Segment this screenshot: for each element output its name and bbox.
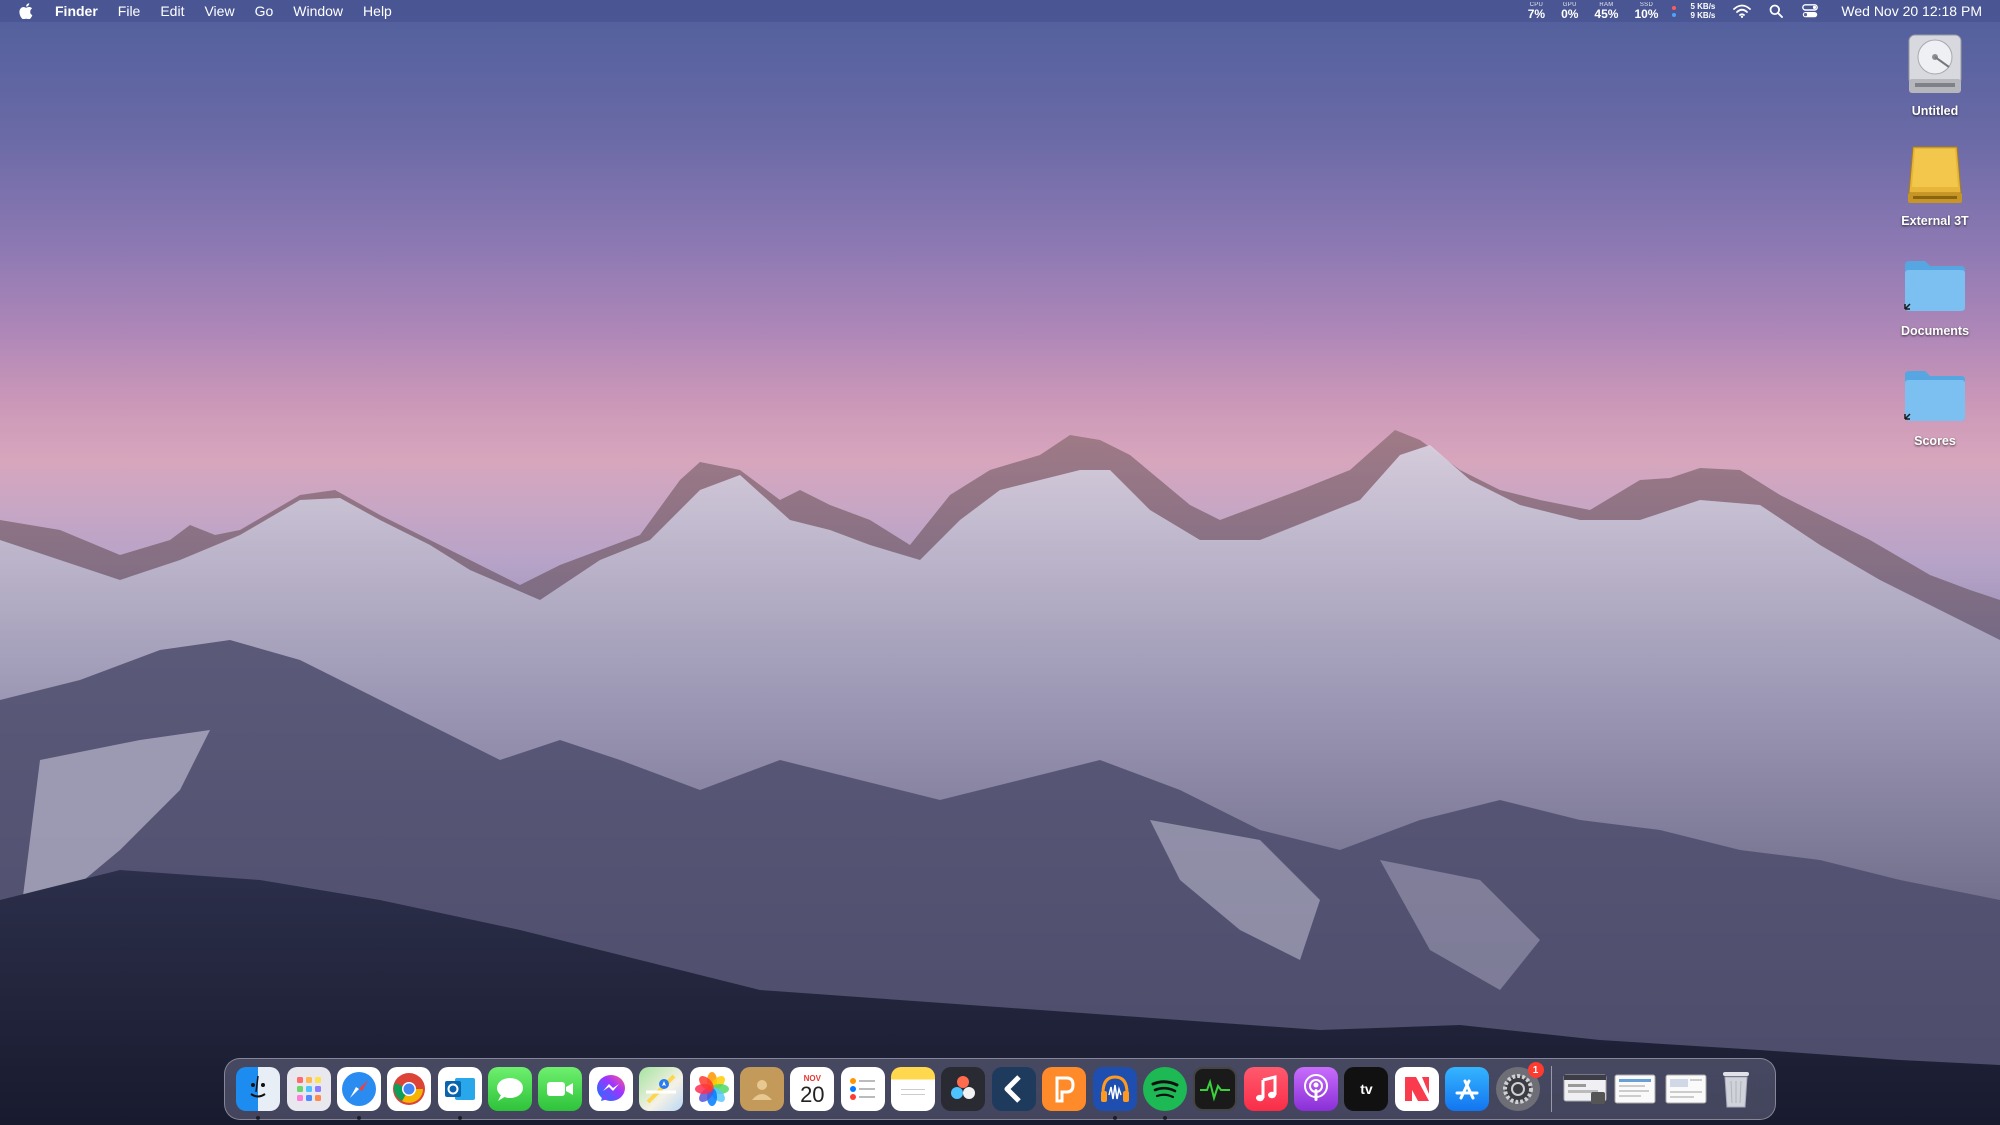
ssd-label: SSD [1639,2,1654,8]
dock: NOV 20 tv 1 [224,1058,1776,1120]
menu-file[interactable]: File [108,0,151,22]
wifi-icon[interactable] [1733,2,1752,20]
desktop-item-label: Documents [1900,324,1970,338]
davinci-icon[interactable] [941,1067,986,1111]
apple-tv-icon[interactable]: tv [1344,1067,1389,1111]
gpu-stat[interactable]: GPU 0% [1561,2,1578,20]
ssd-stat[interactable]: SSD 10% [1634,2,1658,20]
desktop-item-label: Scores [1914,434,1956,448]
desktop-item-documents[interactable]: Documents [1880,250,1990,338]
menu-bar: Finder File Edit View Go Window Help CPU… [0,0,2000,22]
ssd-value: 10% [1634,7,1659,21]
apple-menu-icon[interactable] [17,2,35,20]
spotlight-search-icon[interactable] [1767,2,1785,20]
chrome-icon[interactable] [387,1067,432,1111]
maps-icon[interactable] [639,1067,684,1111]
hard-drive-icon [1900,30,1970,100]
menu-app-finder[interactable]: Finder [45,0,108,22]
activity-monitor-icon[interactable] [1193,1067,1238,1111]
calendar-day: 20 [800,1082,825,1107]
desktop-item-scores[interactable]: Scores [1880,360,1990,448]
menu-edit[interactable]: Edit [150,0,194,22]
menu-bar-clock[interactable]: Wed Nov 20 12:18 PM [1841,3,1982,19]
cpu-label: CPU [1529,2,1544,8]
ram-value: 45% [1594,7,1619,21]
cpu-stat[interactable]: CPU 7% [1528,2,1545,20]
safari-icon[interactable] [336,1067,381,1120]
network-speed[interactable]: 5 KB/s 9 KB/s [1690,2,1715,20]
photos-icon[interactable] [689,1067,734,1111]
desktop-item-untitled[interactable]: Untitled [1880,30,1990,118]
desktop-item-external-3t[interactable]: External 3T [1880,140,1990,228]
trash-icon[interactable] [1714,1067,1758,1111]
notes-icon[interactable] [891,1067,936,1111]
window-preview-icon[interactable] [1563,1067,1607,1111]
network-upload: 5 KB/s [1690,2,1716,11]
document-preview-icon[interactable] [1613,1067,1657,1111]
menu-window[interactable]: Window [283,0,353,22]
system-settings-icon[interactable]: 1 [1495,1062,1544,1111]
desktop: Finder File Edit View Go Window Help CPU… [0,0,2000,1125]
apple-tv-label: tv [1360,1081,1373,1097]
app-store-icon[interactable] [1445,1067,1490,1111]
folder-alias-icon [1900,250,1970,320]
outlook-icon[interactable] [437,1067,482,1120]
menu-view[interactable]: View [194,0,244,22]
gpu-label: GPU [1562,2,1577,8]
facetime-icon[interactable] [538,1067,583,1111]
news-icon[interactable] [1394,1067,1439,1111]
control-center-icon[interactable] [1801,2,1819,20]
podcasts-icon[interactable] [1294,1067,1339,1111]
mountain-wallpaper [0,430,2000,1125]
network-activity-dots [1672,5,1677,17]
gpu-value: 0% [1561,7,1579,21]
document-preview-icon[interactable] [1664,1067,1708,1111]
dock-separator [1550,1066,1552,1112]
messages-icon[interactable] [488,1067,533,1111]
folder-alias-icon [1900,360,1970,430]
external-drive-icon [1900,140,1970,210]
cpu-value: 7% [1527,7,1546,21]
finder-icon[interactable] [236,1067,281,1120]
desktop-item-label: External 3T [1901,214,1969,228]
calendar-icon[interactable]: NOV 20 [790,1067,835,1111]
pages-icon[interactable] [1042,1067,1087,1111]
audacity-icon[interactable] [1092,1067,1137,1120]
menu-help[interactable]: Help [353,0,402,22]
contacts-icon[interactable] [739,1067,784,1111]
network-download: 9 KB/s [1690,11,1716,20]
music-icon[interactable] [1243,1067,1288,1111]
launchpad-icon[interactable] [286,1067,331,1111]
menu-go[interactable]: Go [245,0,284,22]
ram-label: RAM [1599,2,1614,8]
messenger-icon[interactable] [588,1067,633,1111]
notification-badge: 1 [1527,1062,1544,1078]
ram-stat[interactable]: RAM 45% [1594,2,1618,20]
chevron-app-icon[interactable] [991,1067,1036,1111]
reminders-icon[interactable] [840,1067,885,1111]
spotify-icon[interactable] [1142,1067,1187,1120]
desktop-item-label: Untitled [1911,104,1959,118]
